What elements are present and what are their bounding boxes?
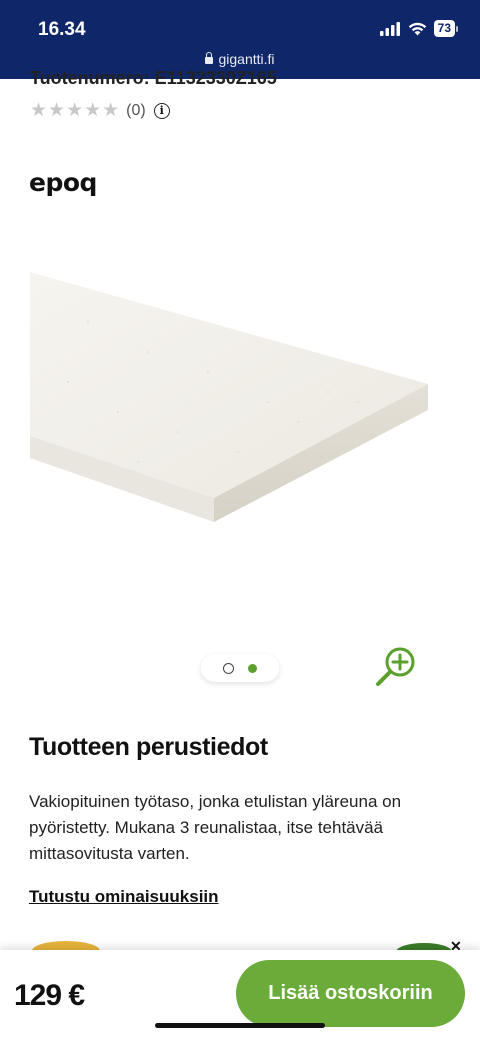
add-to-cart-button[interactable]: Lisää ostoskoriin xyxy=(236,960,465,1027)
gallery-pagination xyxy=(201,654,279,682)
url-text: gigantti.fi xyxy=(218,51,275,67)
product-image[interactable] xyxy=(28,262,432,524)
product-description: Vakiopituinen työtaso, jonka etulistan y… xyxy=(29,792,402,863)
status-time: 16.34 xyxy=(38,19,86,40)
gallery-dot-1[interactable] xyxy=(223,662,234,674)
sticky-purchase-bar: 129 € Lisää ostoskoriin xyxy=(0,950,480,1039)
wifi-icon xyxy=(408,22,426,35)
lock-icon xyxy=(205,52,214,64)
info-icon[interactable]: i xyxy=(153,102,170,119)
signal-icon xyxy=(379,21,400,36)
home-indicator[interactable] xyxy=(155,1023,325,1028)
brand-logo[interactable]: epoq xyxy=(29,168,97,197)
price: 129 € xyxy=(14,979,85,1012)
zoom-in-icon[interactable] xyxy=(372,644,420,692)
product-number: Tuotenumero: E1132330Z165 xyxy=(30,68,277,88)
features-link[interactable]: Tutustu ominaisuuksiin xyxy=(29,887,219,907)
battery-nub xyxy=(456,25,458,32)
star-rating-icons: ★★★★★ xyxy=(30,100,121,121)
section-title: Tuotteen perustiedot xyxy=(29,733,268,761)
address-bar[interactable]: gigantti.fi xyxy=(0,51,480,67)
system-icons: 73 xyxy=(379,20,458,37)
battery-icon: 73 xyxy=(433,20,455,37)
gallery-dot-2-active[interactable] xyxy=(248,663,257,673)
rating[interactable]: ★★★★★ (0) i xyxy=(30,99,170,122)
review-count: (0) xyxy=(126,101,146,119)
